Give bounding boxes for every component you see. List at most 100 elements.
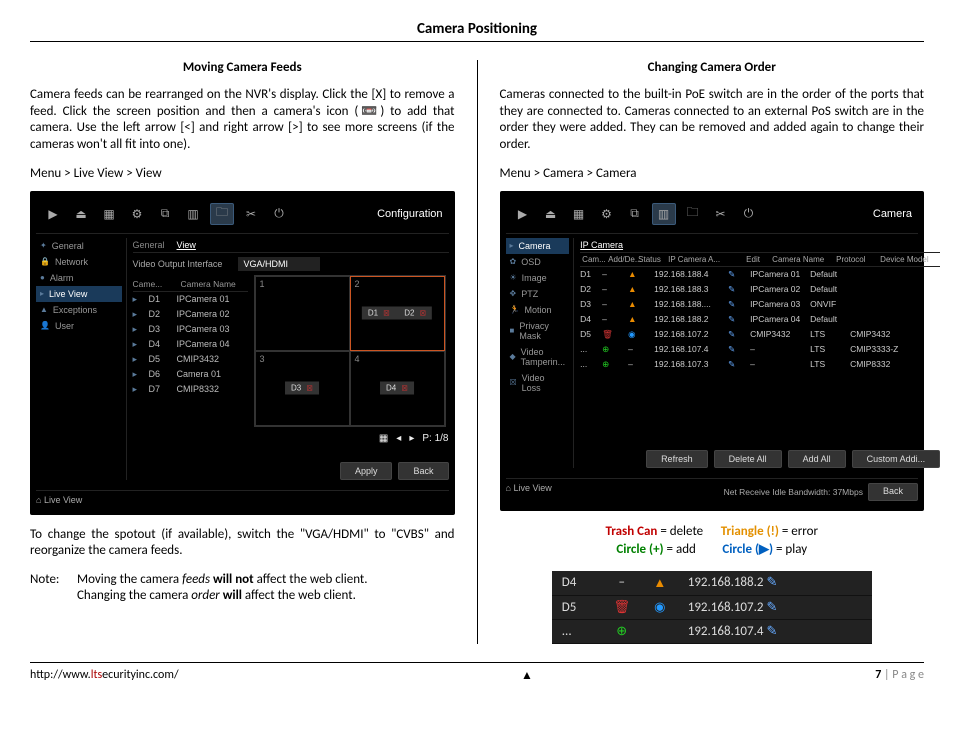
live-view-link[interactable]: Live View: [513, 483, 551, 501]
table-row[interactable]: ...⊕–192.168.107.3✎–LTSCMIP8332: [580, 357, 940, 372]
cell-chip[interactable]: D3⊠: [285, 382, 319, 395]
camera-list-item[interactable]: ▸D1IPCamera 01: [133, 292, 248, 307]
edit-icon[interactable]: ✎: [728, 284, 750, 295]
apply-button[interactable]: Apply: [340, 462, 393, 480]
table-row[interactable]: D3–▲192.168.188....✎IPCamera 03ONVIF: [580, 297, 940, 312]
camera-list-item[interactable]: ▸D3IPCamera 03: [133, 322, 248, 337]
play-icon[interactable]: ◉: [654, 600, 665, 615]
remove-icon[interactable]: ⊠: [401, 384, 408, 393]
live-view-link[interactable]: Live View: [44, 495, 82, 505]
grid-icon[interactable]: ▦: [98, 205, 120, 223]
grid-cell-1[interactable]: 1: [255, 276, 350, 351]
grid-cell-4[interactable]: 4 D4⊠: [350, 351, 445, 426]
sidebar-item-user[interactable]: 👤User: [36, 318, 122, 334]
output-select[interactable]: VGA/HDMI: [238, 257, 320, 271]
tab-general[interactable]: General: [133, 240, 165, 250]
upload-icon[interactable]: ⏏: [70, 205, 92, 223]
sidebar-item-motion[interactable]: 🏃Motion: [506, 302, 570, 318]
camera-list-item[interactable]: ▸D7CMIP8332: [133, 382, 248, 397]
folder-icon[interactable]: 🗀: [210, 203, 234, 225]
table-row[interactable]: ...⊕–192.168.107.4✎–LTSCMIP3333-Z: [580, 342, 940, 357]
home-icon[interactable]: ⌂: [506, 483, 511, 501]
edit-icon[interactable]: ✎: [728, 269, 750, 280]
table-row[interactable]: D5🗑◉192.168.107.2✎CMIP3432LTSCMIP3432: [580, 327, 940, 342]
gear-icon[interactable]: ⚙: [596, 205, 618, 223]
edit-icon[interactable]: ✎: [766, 624, 777, 639]
home-icon[interactable]: ⌂: [36, 495, 41, 505]
play-icon[interactable]: ▶: [512, 205, 534, 223]
chip-label: D1: [368, 309, 378, 318]
edit-icon[interactable]: ✎: [766, 575, 777, 590]
edit-icon[interactable]: ✎: [728, 359, 750, 370]
tool-icon[interactable]: ✂: [240, 205, 262, 223]
add-all-button[interactable]: Add All: [788, 450, 846, 468]
remove-icon[interactable]: ⊠: [419, 309, 426, 318]
camera-list-item[interactable]: ▸D4IPCamera 04: [133, 337, 248, 352]
folder-icon[interactable]: 🗀: [682, 205, 704, 223]
sidebar-item-exceptions[interactable]: ▲Exceptions: [36, 302, 122, 318]
sidebar-item-osd[interactable]: ✿OSD: [506, 254, 570, 270]
table-row[interactable]: D4–▲192.168.188.2✎IPCamera 04Default: [580, 312, 940, 327]
trash-icon[interactable]: 🗑: [613, 600, 630, 615]
back-button[interactable]: Back: [398, 462, 448, 480]
camera-list-item[interactable]: ▸D6Camera 01: [133, 367, 248, 382]
add-icon[interactable]: ⊕: [602, 344, 609, 354]
sidebar-item-camera[interactable]: ▸Camera: [506, 238, 570, 254]
sidebar-item-liveview[interactable]: ▸Live View: [36, 286, 122, 302]
edit-icon[interactable]: ✎: [728, 344, 750, 355]
nvr1-topbar: ▶ ⏏ ▦ ⚙ ⧉ ▥ 🗀 ✂ ⏻ Configuration: [36, 199, 449, 234]
edit-icon[interactable]: ✎: [766, 600, 777, 615]
sidebar-item-ptz[interactable]: ✥PTZ: [506, 286, 570, 302]
layout-grid[interactable]: 1 2 D1⊠ D2⊠ 3 D3⊠ 4 D4⊠: [254, 275, 446, 427]
tab-ipcamera[interactable]: IP Camera: [580, 240, 623, 250]
sidebar-item-videoloss[interactable]: ☒Video Loss: [506, 370, 570, 396]
edit-icon[interactable]: ✎: [728, 329, 750, 340]
cell-chip[interactable]: D4⊠: [380, 382, 414, 395]
grid-cell-3[interactable]: 3 D3⊠: [255, 351, 350, 426]
grid-layout-icon[interactable]: ▦: [379, 433, 388, 444]
next-page-icon[interactable]: ▸: [409, 433, 414, 444]
tab-view[interactable]: View: [177, 240, 196, 250]
prev-page-icon[interactable]: ◂: [396, 433, 401, 444]
camera-icon[interactable]: ▥: [182, 205, 204, 223]
record-icon[interactable]: ⧉: [154, 205, 176, 223]
add-icon[interactable]: ⊕: [616, 624, 627, 639]
sidebar-item-image[interactable]: ☀Image: [506, 270, 570, 286]
refresh-button[interactable]: Refresh: [646, 450, 708, 468]
upload-icon[interactable]: ⏏: [540, 205, 562, 223]
play-icon[interactable]: ◉: [628, 329, 635, 339]
power-icon[interactable]: ⏻: [268, 205, 290, 223]
camera-list-item[interactable]: ▸D2IPCamera 02: [133, 307, 248, 322]
grid-cell-2[interactable]: 2 D1⊠ D2⊠: [350, 276, 445, 351]
column-divider: [477, 60, 478, 644]
edit-icon[interactable]: ✎: [728, 314, 750, 325]
record-icon[interactable]: ⧉: [624, 205, 646, 223]
edit-icon[interactable]: ✎: [728, 299, 750, 310]
trash-icon[interactable]: 🗑: [602, 329, 613, 339]
gear-icon[interactable]: ⚙: [126, 205, 148, 223]
delete-all-button[interactable]: Delete All: [714, 450, 782, 468]
add-icon[interactable]: ⊕: [602, 359, 609, 369]
table-row[interactable]: D2–▲192.168.188.3✎IPCamera 02Default: [580, 282, 940, 297]
play-icon[interactable]: ▶: [42, 205, 64, 223]
camera-list-item[interactable]: ▸D5CMIP3432: [133, 352, 248, 367]
camera-icon[interactable]: ▥: [652, 203, 676, 225]
power-icon[interactable]: ⏻: [738, 205, 760, 223]
remove-icon[interactable]: ⊠: [383, 309, 390, 318]
back-button[interactable]: Back: [868, 483, 918, 501]
sidebar-item-general[interactable]: ✦General: [36, 238, 122, 254]
tool-icon[interactable]: ✂: [710, 205, 732, 223]
sidebar-item-alarm[interactable]: ●Alarm: [36, 270, 122, 286]
cell-chip[interactable]: D1⊠ D2⊠: [362, 307, 432, 320]
sidebar-item-tamper[interactable]: ◆Video Tamperin...: [506, 344, 570, 370]
nvr1-tabs: General View: [133, 238, 449, 253]
dash-icon: –: [602, 299, 607, 309]
sidebar-item-network[interactable]: 🔒Network: [36, 254, 122, 270]
custom-add-button[interactable]: Custom Addi...: [852, 450, 941, 468]
remove-icon[interactable]: ⊠: [306, 384, 313, 393]
grid-icon[interactable]: ▦: [568, 205, 590, 223]
table-row[interactable]: D1–▲192.168.188.4✎IPCamera 01Default: [580, 267, 940, 282]
dash-icon: –: [602, 269, 607, 279]
ip-camera-table: Cam...Add/De...StatusIP Camera A...EditC…: [580, 253, 940, 372]
sidebar-item-privacy[interactable]: ■Privacy Mask: [506, 318, 570, 344]
